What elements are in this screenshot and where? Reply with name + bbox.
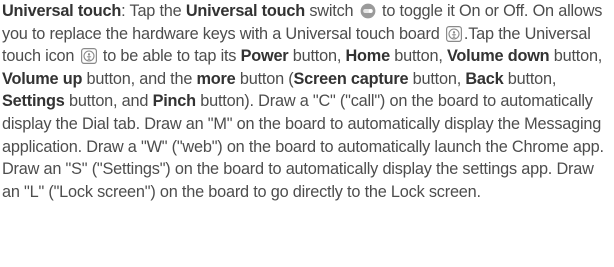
universal-touch-board-icon bbox=[445, 25, 462, 42]
term-volume-down: Volume down bbox=[446, 47, 550, 66]
term-settings: Settings bbox=[2, 92, 65, 111]
term-screen-capture: Screen capture bbox=[293, 69, 409, 88]
term-power: Power bbox=[240, 47, 289, 66]
term-pinch: Pinch bbox=[152, 92, 197, 111]
text-segment: button, bbox=[549, 47, 603, 66]
text-segment: button, and the bbox=[82, 69, 197, 88]
term-universal-touch-inline: Universal touch bbox=[185, 2, 305, 20]
universal-touch-icon bbox=[80, 48, 97, 65]
text-segment: button, bbox=[503, 69, 557, 88]
term-volume-up: Volume up bbox=[2, 69, 83, 88]
toggle-switch-icon bbox=[360, 3, 376, 19]
text-segment: button, bbox=[408, 69, 466, 88]
text-segment: button, bbox=[389, 47, 447, 66]
text-segment: to be able to tap its bbox=[98, 47, 241, 66]
document-body: Universal touch: Tap the Universal touch… bbox=[0, 0, 614, 203]
text-segment: : Tap the bbox=[121, 2, 186, 20]
term-back: Back bbox=[465, 69, 504, 88]
universal-touch-paragraph: Universal touch: Tap the Universal touch… bbox=[2, 0, 610, 203]
term-home: Home bbox=[345, 47, 391, 66]
term-more: more bbox=[196, 69, 236, 88]
text-segment: switch bbox=[305, 2, 358, 20]
text-segment: button, and bbox=[64, 92, 153, 111]
text-segment: button, bbox=[288, 47, 346, 66]
term-universal-touch: Universal touch bbox=[2, 2, 122, 20]
text-segment: button ( bbox=[235, 69, 294, 88]
